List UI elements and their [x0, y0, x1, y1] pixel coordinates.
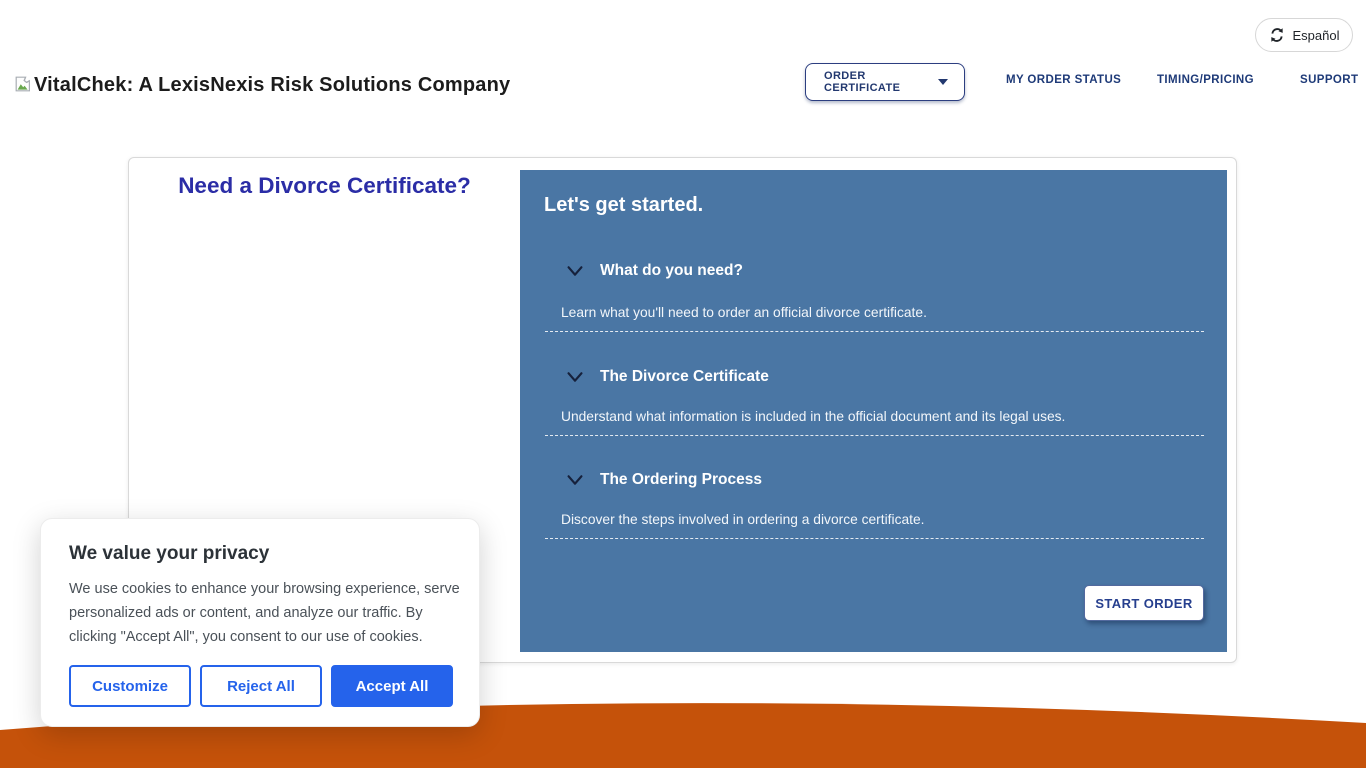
nav-timing-pricing[interactable]: TIMING/PRICING [1157, 74, 1254, 86]
accordion-what-do-you-need[interactable]: What do you need? [564, 260, 743, 282]
language-label: Español [1293, 28, 1340, 43]
refresh-icon [1269, 27, 1285, 43]
divider [545, 331, 1204, 332]
broken-image-icon [14, 75, 32, 99]
nav-support[interactable]: SUPPORT [1300, 74, 1358, 86]
cookie-dialog-title: We value your privacy [69, 543, 269, 565]
divider [545, 538, 1204, 539]
nav-my-order-status[interactable]: MY ORDER STATUS [1006, 74, 1121, 86]
accept-all-button[interactable]: Accept All [331, 665, 453, 707]
start-order-button[interactable]: START ORDER [1084, 585, 1204, 621]
accordion-title: What do you need? [600, 262, 743, 280]
chevron-down-icon [564, 469, 586, 491]
accordion-ordering-process[interactable]: The Ordering Process [564, 469, 762, 491]
accordion-title: The Ordering Process [600, 471, 762, 489]
panel-title: Let's get started. [544, 194, 703, 217]
order-certificate-dropdown[interactable]: ORDER CERTIFICATE [805, 63, 965, 101]
accordion-description: Understand what information is included … [561, 409, 1065, 424]
order-certificate-label: ORDER CERTIFICATE [824, 70, 938, 94]
site-logo[interactable]: VitalChek: A LexisNexis Risk Solutions C… [14, 74, 510, 99]
accordion-description: Learn what you'll need to order an offic… [561, 305, 927, 320]
chevron-down-icon [564, 366, 586, 388]
cookie-dialog-message: We use cookies to enhance your browsing … [69, 577, 461, 649]
get-started-panel: Let's get started. What do you need? Lea… [520, 170, 1227, 652]
accordion-divorce-certificate[interactable]: The Divorce Certificate [564, 366, 769, 388]
accordion-description: Discover the steps involved in ordering … [561, 512, 925, 527]
divider [545, 435, 1204, 436]
reject-all-button[interactable]: Reject All [200, 665, 322, 707]
language-toggle-button[interactable]: Español [1255, 18, 1353, 52]
chevron-down-icon [938, 79, 948, 85]
chevron-down-icon [564, 260, 586, 282]
cookie-consent-dialog: We value your privacy We use cookies to … [40, 518, 480, 727]
cookie-dialog-buttons: Customize Reject All Accept All [69, 665, 453, 707]
accordion-title: The Divorce Certificate [600, 368, 769, 386]
page-title: Need a Divorce Certificate? [129, 173, 520, 199]
logo-text: VitalChek: A LexisNexis Risk Solutions C… [34, 74, 510, 97]
customize-button[interactable]: Customize [69, 665, 191, 707]
